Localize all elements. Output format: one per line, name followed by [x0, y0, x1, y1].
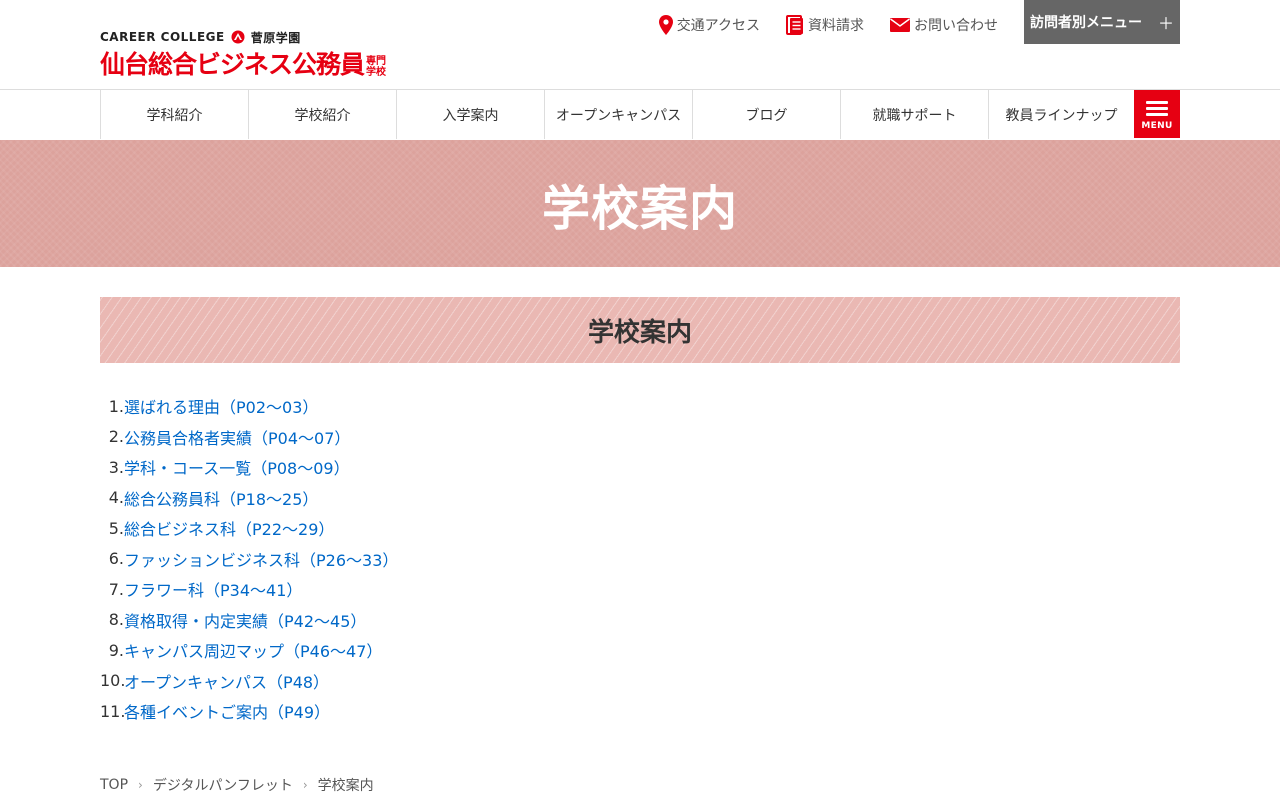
- toc-item: 10. オープンキャンパス（P48）: [100, 666, 398, 697]
- brochure-label: 資料請求: [808, 18, 864, 34]
- toc-number: 1.: [108, 396, 124, 416]
- contact-link[interactable]: お問い合わせ: [890, 0, 998, 50]
- toc-link[interactable]: 総合ビジネス科（P22〜29）: [124, 516, 334, 540]
- logo-school-name: 仙台総合ビジネス公務員 専門 学校: [100, 50, 386, 80]
- toc-item: 2. 公務員合格者実績（P04〜07）: [100, 422, 398, 453]
- toc-link[interactable]: キャンパス周辺マップ（P46〜47）: [124, 638, 382, 662]
- toc-link[interactable]: オープンキャンパス（P48）: [124, 669, 329, 693]
- toc-link[interactable]: 各種イベントご案内（P49）: [124, 699, 330, 723]
- toc-link[interactable]: 選ばれる理由（P02〜03）: [124, 394, 318, 418]
- toc-number: 11.: [100, 701, 126, 721]
- logo-sub-2: 学校: [366, 67, 387, 78]
- page-title: 学校案内: [541, 180, 738, 237]
- breadcrumb: TOP › デジタルパンフレット › 学校案内: [100, 775, 374, 795]
- access-label: 交通アクセス: [676, 18, 760, 34]
- hamburger-menu-button[interactable]: MENU: [1134, 90, 1180, 138]
- toc-number: 5.: [108, 518, 124, 538]
- toc-item: 5. 総合ビジネス科（P22〜29）: [100, 513, 398, 544]
- toc-item: 9. キャンパス周辺マップ（P46〜47）: [100, 635, 398, 666]
- toc-item: 7. フラワー科（P34〜41）: [100, 574, 398, 605]
- visitor-menu-label: 訪問者別メニュー: [1029, 15, 1142, 31]
- chevron-right-icon: ›: [138, 778, 143, 792]
- contact-label: お問い合わせ: [914, 18, 998, 34]
- toc-number: 7.: [108, 579, 124, 599]
- chevron-right-icon: ›: [302, 778, 308, 792]
- gnav-item-admissions[interactable]: 入学案内: [396, 90, 544, 139]
- breadcrumb-pamphlet-link[interactable]: デジタルパンフレット: [153, 775, 293, 795]
- gnav-item-teachers[interactable]: 教員ラインナップ: [988, 90, 1134, 139]
- logo-group-text: 菅原学園: [250, 30, 301, 45]
- toc-item: 8. 資格取得・内定実績（P42〜45）: [100, 605, 398, 636]
- access-link[interactable]: 交通アクセス: [658, 0, 760, 50]
- logo-small-text: CAREER COLLEGE: [100, 30, 225, 44]
- breadcrumb-home-link[interactable]: TOP: [100, 777, 128, 793]
- brochure-link[interactable]: 資料請求: [786, 0, 864, 50]
- page-hero: 学校案内: [0, 140, 1280, 267]
- toc-number: 6.: [108, 549, 124, 569]
- logo-career-college: CAREER COLLEGE 菅原学園: [100, 28, 386, 46]
- document-icon: [786, 15, 803, 35]
- toc-number: 2.: [108, 427, 124, 447]
- site-logo[interactable]: CAREER COLLEGE 菅原学園 仙台総合ビジネス公務員 専門 学校: [100, 28, 386, 80]
- toc-link[interactable]: 公務員合格者実績（P04〜07）: [124, 425, 350, 449]
- gnav-item-blog[interactable]: ブログ: [692, 90, 840, 139]
- toc-link[interactable]: 総合公務員科（P18〜25）: [124, 486, 318, 510]
- toc-number: 10.: [100, 671, 126, 691]
- toc-item: 4. 総合公務員科（P18〜25）: [100, 483, 398, 514]
- toc-link[interactable]: 資格取得・内定実績（P42〜45）: [124, 608, 366, 632]
- gnav-item-departments[interactable]: 学科紹介: [100, 90, 248, 139]
- brochure-toc-list: 1. 選ばれる理由（P02〜03） 2. 公務員合格者実績（P04〜07） 3. 学科…: [100, 391, 398, 727]
- logo-sub: 専門 学校: [366, 56, 386, 78]
- toc-item: 1. 選ばれる理由（P02〜03）: [100, 391, 398, 422]
- envelope-icon: [890, 18, 910, 32]
- gnav-item-about-school[interactable]: 学校紹介: [248, 90, 396, 139]
- toc-number: 3.: [108, 457, 124, 477]
- map-pin-icon: [658, 15, 673, 35]
- toc-link[interactable]: フラワー科（P34〜41）: [124, 577, 302, 601]
- toc-number: 9.: [108, 640, 124, 660]
- gnav-item-open-campus[interactable]: オープンキャンパス: [544, 90, 692, 139]
- logo-title: 仙台総合ビジネス公務員: [100, 50, 365, 79]
- toc-link[interactable]: 学科・コース一覧（P08〜09）: [124, 455, 350, 479]
- section-heading: 学校案内: [587, 317, 692, 348]
- visitor-menu-button[interactable]: 訪問者別メニュー ＋: [1024, 0, 1180, 44]
- gnav-item-career-support[interactable]: 就職サポート: [840, 90, 988, 139]
- toc-number: 8.: [108, 610, 124, 630]
- plus-icon: ＋: [1157, 14, 1174, 33]
- toc-item: 3. 学科・コース一覧（P08〜09）: [100, 452, 398, 483]
- logo-sub-1: 専門: [366, 56, 387, 67]
- menu-label: MENU: [1141, 120, 1173, 131]
- breadcrumb-current: 学校案内: [317, 778, 374, 794]
- toc-number: 4.: [108, 488, 124, 508]
- toc-item: 6. ファッションビジネス科（P26〜33）: [100, 544, 399, 575]
- toc-item: 11. 各種イベントご案内（P49）: [100, 696, 398, 727]
- section-heading-box: 学校案内: [100, 297, 1180, 363]
- hamburger-icon: [1146, 98, 1168, 119]
- utility-nav: 交通アクセス 資料請求 お問い合わせ 訪問者別メニュー ＋: [658, 0, 1180, 50]
- global-nav: 学科紹介 学校紹介 入学案内 オープンキャンパス ブログ 就職サポート 教員ライ…: [100, 90, 1180, 139]
- sugawara-mark-icon: [231, 30, 245, 44]
- toc-link[interactable]: ファッションビジネス科（P26〜33）: [124, 547, 398, 571]
- site-header: CAREER COLLEGE 菅原学園 仙台総合ビジネス公務員 専門 学校 交通…: [0, 0, 1280, 90]
